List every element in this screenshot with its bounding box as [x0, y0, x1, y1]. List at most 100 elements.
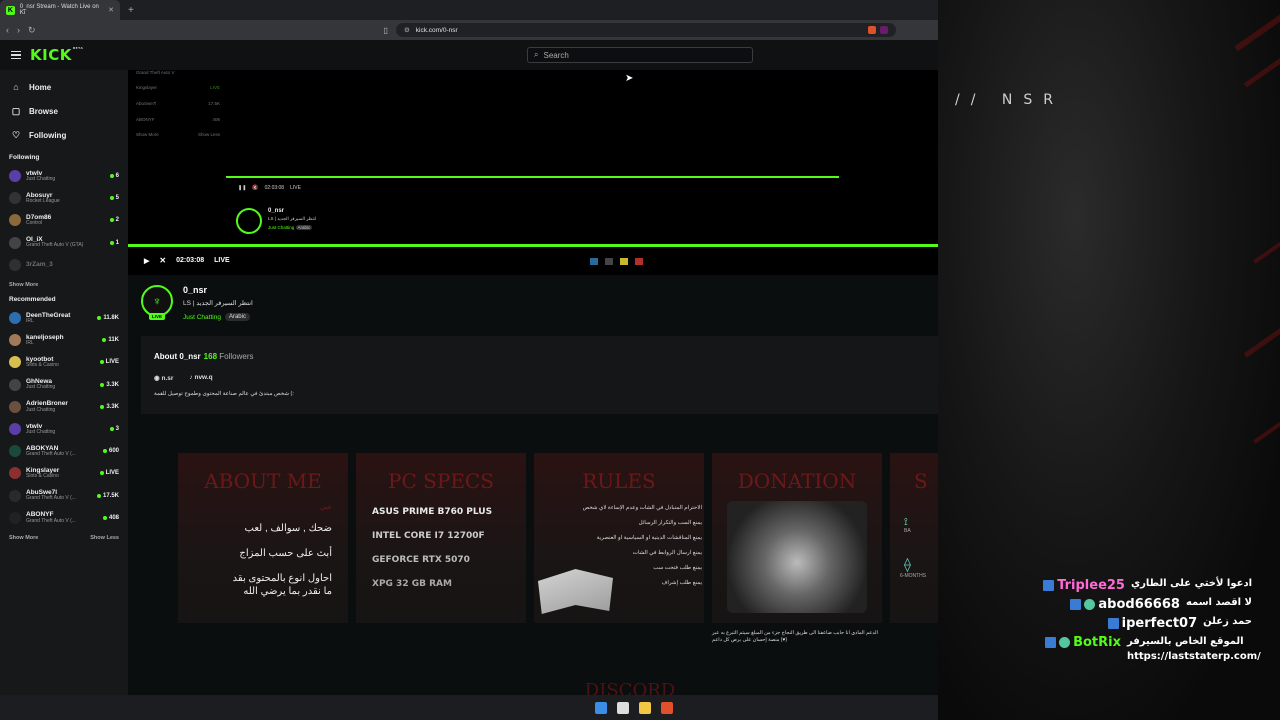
nav-browse[interactable]: ▢ Browse [0, 99, 128, 123]
chat-username[interactable]: BotRix [1045, 635, 1121, 650]
avatar [9, 312, 21, 325]
forward-icon[interactable]: › [17, 25, 20, 35]
theater-icon[interactable] [605, 258, 613, 265]
channel-row[interactable]: AbuSwe7l Grand Theft Auto V (... 17.5K [0, 484, 128, 506]
panel-donation[interactable]: DONATION [712, 453, 882, 623]
stream-category[interactable]: Just Chatting [183, 314, 221, 321]
nested-controls: ❚❚ 🔇 02:03:08 LIVE [238, 185, 301, 191]
chat-text: حمد زعلن [1203, 616, 1252, 627]
nav-home[interactable]: ⌂ Home [0, 75, 128, 99]
home-icon: ⌂ [13, 82, 19, 92]
badge-icon: ⟟ [904, 517, 908, 528]
live-label: LIVE [214, 257, 230, 264]
kick-logo[interactable]: KICKBETA [30, 46, 83, 64]
nested-row: AbuSwe7l 17.5K [136, 101, 220, 106]
player-time: 02:03:08 [176, 257, 205, 264]
calendar-app-icon[interactable] [617, 701, 629, 714]
viewer-count: LIVE [99, 359, 119, 365]
viewer-count: 5 [109, 195, 119, 201]
stream-title: LS | انتظر السيرفر الجديد [183, 300, 253, 307]
channel-row[interactable]: GhNewa Just Chatting 3.3K [0, 374, 128, 396]
avatar [9, 422, 21, 435]
avatar [9, 489, 21, 502]
chat-badge-icon [1043, 580, 1055, 591]
channel-row[interactable]: DeenTheGreat IRL 11.8K [0, 307, 128, 329]
channel-name[interactable]: 0_nsr [183, 285, 253, 295]
search-input[interactable]: ⌕ Search [527, 47, 753, 63]
channel-avatar[interactable]: ♆ LIVE [141, 285, 173, 320]
channel-row[interactable]: kyootbot Slots & Casino LIVE [0, 351, 128, 373]
reload-icon[interactable]: ↻ [28, 25, 36, 36]
chat-username[interactable]: abod66668 [1070, 597, 1180, 612]
viewer-count: 1 [109, 240, 119, 246]
tab-close-icon[interactable]: ✕ [108, 6, 114, 14]
nested-avatar [236, 208, 262, 234]
rewards-icon[interactable] [879, 26, 888, 34]
channel-row[interactable]: Kingslayer Slots & Casino LIVE [0, 462, 128, 484]
discord-link[interactable]: ◉ n.sr [154, 374, 173, 382]
chat-username[interactable]: Triplee25 [1043, 578, 1125, 593]
video-progress-bar[interactable] [128, 244, 938, 247]
show-more-button[interactable]: Show More [9, 535, 38, 541]
avatar [9, 170, 21, 183]
channel-row[interactable]: vtwlv Just Chatting 6 [0, 165, 128, 187]
clip-icon[interactable] [620, 258, 628, 265]
channel-row[interactable]: OI_iX Grand Theft Auto V (GTA) 1 [0, 232, 128, 254]
badge-icon: ⟠ [904, 556, 911, 572]
channel-category: IRL [26, 317, 34, 324]
browser-tab[interactable]: K 0_nsr Stream - Watch Live on Ki ✕ [0, 0, 120, 20]
about-section: About 0_nsr 168 Followers ◉ n.sr ♪ nvw.q … [141, 336, 938, 414]
pip-icon[interactable] [590, 258, 598, 265]
play-icon[interactable]: ▶ [144, 257, 149, 265]
channel-row[interactable]: 3rZam_3 [0, 254, 128, 276]
new-tab-button[interactable]: + [120, 5, 134, 16]
channel-row[interactable]: Abosuyr Rocket League 5 [0, 187, 128, 209]
following-list: vtwlv Just Chatting 6 Abosuyr Rocket League 5… [0, 165, 128, 276]
panel-about-me: ABOUT ME عني ضحك , سوالف , لعب أبث على ح… [178, 453, 348, 623]
chat-text: الموقع الخاص بالسيرفر https://laststater… [1127, 636, 1261, 662]
channel-row[interactable]: kaneljoseph IRL 11K [0, 329, 128, 351]
live-dot-icon [102, 515, 107, 520]
site-info-icon[interactable]: ⚙ [404, 26, 410, 34]
video-player[interactable]: Grand Theft Auto V Kingslayer LIVE AbuSwe… [128, 70, 938, 275]
url-field[interactable]: ⚙ kick.com/0-nsr [395, 23, 896, 37]
file-explorer-icon[interactable] [639, 701, 651, 714]
live-dot-icon [100, 404, 105, 409]
settings-icon[interactable] [635, 258, 643, 265]
language-tag[interactable]: Arabic [224, 313, 250, 321]
chat-message: Triplee25 ادعوا لأختي على الطاري [952, 578, 1252, 593]
avatar [9, 445, 21, 458]
tiktok-link[interactable]: ♪ nvw.q [189, 374, 212, 382]
brave-browser-icon[interactable] [661, 701, 673, 714]
following-title: Following [9, 154, 40, 161]
panel-pc-specs: PC SPECS ASUS PRIME B760 PLUS INTEL CORE… [356, 453, 526, 623]
avatar [9, 467, 21, 480]
channel-meta: Abosuyr Rocket League [26, 192, 105, 205]
about-line: احاول انوع بالمحتوى بقد [232, 573, 332, 584]
chat-text: ادعوا لأختي على الطاري [1130, 578, 1252, 589]
mute-icon[interactable]: ✕ [159, 256, 166, 265]
panel-rules: RULES الاحترام المتبادل في الشات وعدم ال… [534, 453, 704, 623]
show-less-button[interactable]: Show Less [90, 535, 119, 541]
channel-category: Slots & Casino [26, 473, 59, 480]
bookmark-icon[interactable]: ▯ [384, 26, 388, 35]
avatar [9, 214, 21, 227]
windows-start-icon[interactable] [595, 701, 607, 714]
brave-shield-icon[interactable] [867, 26, 876, 34]
following-show-more[interactable]: Show More [0, 276, 128, 294]
back-icon[interactable]: ‹ [6, 25, 9, 35]
heart-icon: ♡ [11, 129, 21, 140]
rule-line: يمنع ارسال الروابط في الشات [632, 550, 702, 556]
channel-category: Grand Theft Auto V (... [26, 450, 76, 457]
channel-row[interactable]: D7om86 Control 2 [0, 209, 128, 231]
chat-username[interactable]: iperfect07 [1107, 616, 1197, 631]
channel-row[interactable]: vtwlv Just Chatting 3 [0, 418, 128, 440]
menu-icon[interactable] [11, 50, 21, 60]
channel-row[interactable]: ABOKYAN Grand Theft Auto V (... 600 [0, 440, 128, 462]
chat-message: BotRix الموقع الخاص بالسيرفر https://last… [952, 635, 1261, 664]
nav-following[interactable]: ♡ Following [0, 123, 128, 147]
channel-row[interactable]: AdrienBroner Just Chatting 3.3K [0, 396, 128, 418]
social-links: ◉ n.sr ♪ nvw.q [154, 374, 925, 382]
show-more-button[interactable]: Show More [9, 282, 38, 288]
channel-row[interactable]: ABONYF Grand Theft Auto V (... 408 [0, 507, 128, 529]
